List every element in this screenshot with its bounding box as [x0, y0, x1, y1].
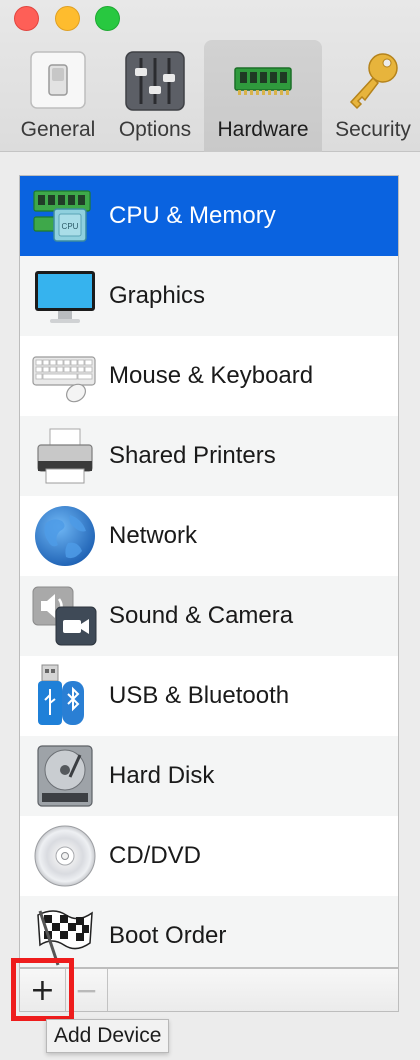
device-item-mouse-keyboard[interactable]: Mouse & Keyboard	[20, 336, 398, 416]
tab-general[interactable]: General	[14, 40, 102, 152]
device-item-hard-disk[interactable]: Hard Disk	[20, 736, 398, 816]
tab-options[interactable]: Options	[108, 40, 202, 152]
tab-security[interactable]: Security	[326, 40, 420, 152]
device-item-label: USB & Bluetooth	[109, 682, 290, 709]
tab-options-label: Options	[118, 118, 192, 141]
device-list: CPU CPU & Memory Graphics Mouse & Keyboa…	[19, 175, 399, 968]
device-item-sound-camera[interactable]: Sound & Camera	[20, 576, 398, 656]
tab-hardware-label: Hardware	[217, 118, 309, 141]
keyboard-mouse-icon	[32, 356, 96, 403]
device-item-label: Boot Order	[109, 922, 227, 949]
usb-bluetooth-icon	[38, 664, 84, 725]
close-window-button[interactable]	[14, 6, 39, 31]
device-item-boot-order[interactable]: Boot Order	[20, 896, 398, 967]
device-item-label: CD/DVD	[109, 842, 202, 869]
device-item-label: Shared Printers	[109, 442, 276, 469]
device-item-label: Mouse & Keyboard	[109, 362, 314, 389]
device-item-label: Sound & Camera	[109, 602, 294, 629]
zoom-window-button[interactable]	[95, 6, 120, 31]
device-item-shared-printers[interactable]: Shared Printers	[20, 416, 398, 496]
device-item-label: CPU & Memory	[109, 202, 276, 229]
monitor-icon	[35, 271, 95, 323]
minimize-window-button[interactable]	[55, 6, 80, 31]
device-item-label: Graphics	[109, 282, 206, 309]
cpu-memory-icon: CPU	[33, 190, 91, 242]
disc-icon	[34, 825, 96, 887]
add-device-tooltip: Add Device	[46, 1019, 170, 1053]
window-toolbar: General Options Hardware Security	[0, 0, 420, 152]
device-item-label: Hard Disk	[109, 762, 215, 789]
globe-icon	[35, 506, 95, 566]
printer-icon	[37, 428, 93, 484]
tab-hardware[interactable]: Hardware	[204, 40, 322, 152]
sliders-icon	[125, 51, 185, 111]
device-item-cd-dvd[interactable]: CD/DVD	[20, 816, 398, 896]
speaker-camera-icon	[32, 586, 97, 646]
device-item-graphics[interactable]: Graphics	[20, 256, 398, 336]
cpu-chip-label: CPU	[62, 222, 79, 231]
add-button-highlight	[11, 958, 74, 1021]
device-item-label: Network	[109, 522, 198, 549]
hard-disk-icon	[37, 745, 93, 807]
device-item-network[interactable]: Network	[20, 496, 398, 576]
tab-security-label: Security	[335, 118, 411, 141]
device-item-usb-bluetooth[interactable]: USB & Bluetooth	[20, 656, 398, 736]
ram-chip-icon	[234, 67, 292, 95]
tab-general-label: General	[20, 118, 96, 141]
device-item-cpu-memory[interactable]: CPU CPU & Memory	[20, 176, 398, 256]
key-icon	[349, 53, 398, 110]
list-action-bar: + −	[19, 968, 399, 1012]
switch-icon	[30, 51, 86, 109]
